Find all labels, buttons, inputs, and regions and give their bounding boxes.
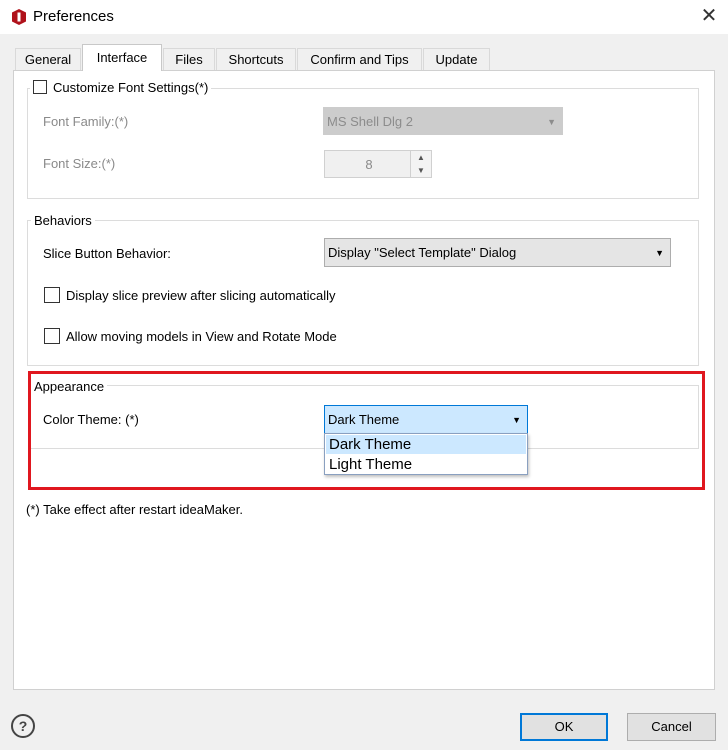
slice-button-value: Display "Select Template" Dialog: [328, 245, 517, 260]
close-icon[interactable]: ✕: [698, 6, 720, 28]
tab-shortcuts[interactable]: Shortcuts: [216, 48, 296, 70]
allow-moving-label: Allow moving models in View and Rotate M…: [66, 329, 337, 344]
tab-general[interactable]: General: [15, 48, 81, 70]
slice-preview-checkbox[interactable]: [44, 287, 60, 303]
tab-confirm-and-tips[interactable]: Confirm and Tips: [297, 48, 422, 70]
customize-font-checkbox[interactable]: [33, 80, 47, 94]
cancel-button[interactable]: Cancel: [627, 713, 716, 741]
font-size-value: 8: [365, 157, 373, 172]
window-title: Preferences: [33, 8, 114, 25]
tab-update[interactable]: Update: [423, 48, 490, 70]
chevron-down-icon: ▼: [655, 248, 664, 258]
tab-label: Update: [435, 52, 478, 67]
option-label: Light Theme: [329, 456, 413, 473]
option-label: Dark Theme: [329, 436, 412, 453]
font-family-value: MS Shell Dlg 2: [327, 114, 413, 129]
font-size-label: Font Size:(*): [43, 156, 116, 171]
tab-label: Files: [175, 52, 203, 67]
help-icon[interactable]: ?: [11, 714, 35, 738]
tab-files[interactable]: Files: [163, 48, 215, 70]
chevron-down-icon: ▼: [547, 117, 556, 127]
font-settings-header: Customize Font Settings(*): [30, 80, 212, 95]
font-family-label: Font Family:(*): [43, 114, 129, 129]
app-icon: [12, 9, 26, 25]
title-bar: Preferences ✕: [0, 0, 728, 34]
tab-label: Interface: [96, 50, 148, 65]
slice-button-select[interactable]: Display "Select Template" Dialog ▼: [324, 238, 671, 267]
spin-down-icon[interactable]: ▼: [410, 164, 431, 177]
slice-preview-label: Display slice preview after slicing auto…: [66, 288, 336, 303]
tab-label: Shortcuts: [228, 52, 284, 67]
font-size-spinbox[interactable]: 8 ▲ ▼: [324, 150, 432, 178]
restart-footnote: (*) Take effect after restart ideaMaker.: [26, 502, 244, 517]
font-settings-group: [27, 88, 699, 199]
tab-label: General: [24, 52, 72, 67]
tab-label: Confirm and Tips: [310, 52, 409, 67]
slice-button-label: Slice Button Behavior:: [43, 246, 171, 261]
font-family-select[interactable]: MS Shell Dlg 2 ▼: [323, 107, 563, 135]
behaviors-title: Behaviors: [31, 213, 95, 228]
ok-button[interactable]: OK: [520, 713, 608, 741]
customize-font-label: Customize Font Settings(*): [53, 80, 209, 95]
tab-interface[interactable]: Interface: [82, 44, 162, 71]
allow-moving-checkbox[interactable]: [44, 328, 60, 344]
spin-up-icon[interactable]: ▲: [410, 151, 431, 164]
option-light-theme[interactable]: Light Theme: [326, 455, 526, 474]
color-theme-dropdown-list: Dark Theme Light Theme: [324, 433, 528, 475]
option-dark-theme[interactable]: Dark Theme: [326, 435, 526, 454]
